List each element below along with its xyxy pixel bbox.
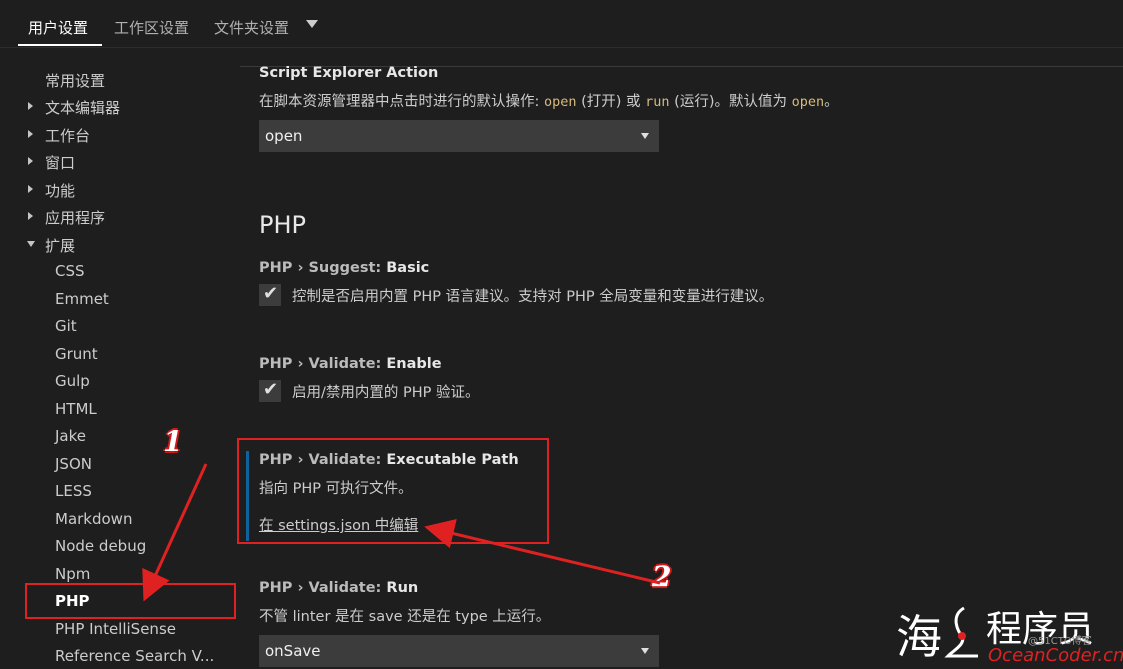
arrow-2 (424, 518, 661, 585)
arrow-1 (142, 463, 208, 602)
watermark-small: @51CTO博客 (1028, 636, 1092, 647)
annotation-arrows (142, 463, 661, 602)
watermark-char-hai: 海 (896, 610, 942, 664)
watermark-anchor-logo (944, 606, 978, 658)
watermark-subtext: OceanCoder.cn (988, 645, 1123, 666)
